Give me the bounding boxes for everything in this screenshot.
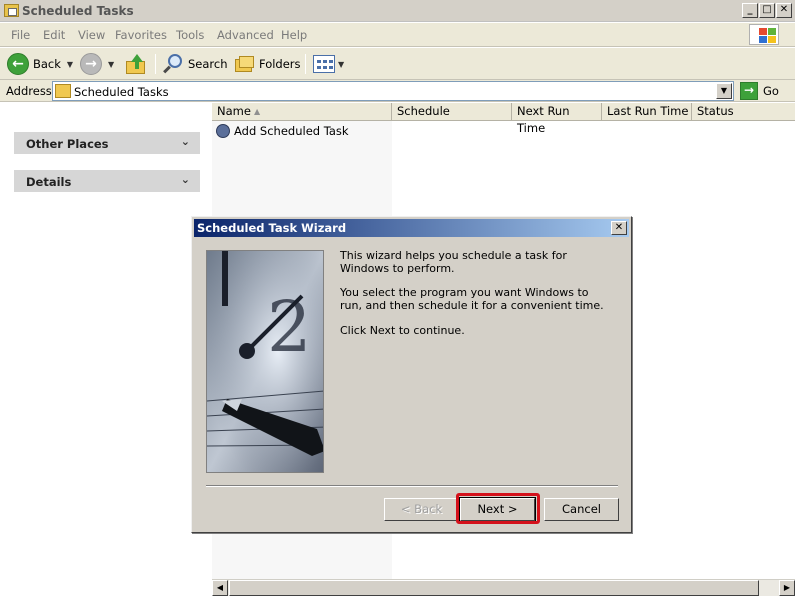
menu-view[interactable]: View [78,28,105,42]
dialog-close-button[interactable]: ✕ [611,221,627,235]
go-button[interactable]: → Go [740,82,779,100]
menu-bar: File Edit View Favorites Tools Advanced … [0,23,795,47]
scroll-right-button[interactable]: ▶ [779,580,795,596]
up-folder-icon [125,54,147,74]
back-label: Back [33,57,61,71]
dialog-separator [206,485,618,487]
menu-file[interactable]: File [11,28,30,42]
menu-favorites[interactable]: Favorites [115,28,167,42]
list-header: Name ▲ Schedule Next Run Time Last Run T… [212,103,795,135]
folder-icon [55,84,71,98]
search-label: Search [188,57,228,71]
scroll-thumb[interactable] [229,580,759,596]
cancel-button[interactable]: Cancel [544,498,619,521]
back-dropdown-icon[interactable]: ▼ [67,60,73,69]
forward-arrow-icon: → [80,53,102,75]
address-dropdown-icon[interactable]: ▼ [716,83,732,99]
wizard-description-text: You select the program you want Windows … [340,286,604,312]
views-grid-icon [313,55,335,73]
chevron-double-down-icon[interactable]: ⌄ [181,173,190,186]
folders-icon [233,54,255,74]
views-dropdown-icon[interactable]: ▼ [338,60,344,69]
column-header-schedule[interactable]: Schedule [392,103,512,121]
other-places-panel-header[interactable]: Other Places ⌄ [14,132,200,154]
menu-help[interactable]: Help [281,28,307,42]
address-value: Scheduled Tasks [74,85,169,99]
sort-ascending-icon: ▲ [254,107,261,116]
toolbar-separator [155,54,156,74]
column-header-name[interactable]: Name ▲ [212,103,392,121]
list-item[interactable]: Add Scheduled Task [216,123,349,139]
column-header-next-run-time[interactable]: Next Run Time [512,103,602,135]
next-button-highlight [456,493,540,524]
window-title: Scheduled Tasks [22,4,134,18]
scroll-left-button[interactable]: ◀ [212,580,228,596]
minimize-button[interactable]: _ [742,3,758,18]
forward-dropdown-icon[interactable]: ▼ [108,60,114,69]
menu-tools[interactable]: Tools [176,28,204,42]
scheduled-task-wizard-dialog: Scheduled Task Wizard ✕ 2 This wizard he… [191,216,632,533]
details-panel-header[interactable]: Details ⌄ [14,170,200,192]
search-icon [162,53,184,75]
folders-label: Folders [259,57,301,71]
search-button[interactable]: Search [162,52,228,76]
dialog-titlebar: Scheduled Task Wizard ✕ [194,219,629,237]
panel-title: Other Places [26,137,109,151]
dialog-title: Scheduled Task Wizard [197,221,347,235]
maximize-button[interactable]: □ [759,3,775,18]
go-arrow-icon: → [740,82,758,100]
window-titlebar: Scheduled Tasks _ □ ✕ [0,0,795,22]
back-button[interactable]: ← Back ▼ [7,52,73,76]
column-header-last-run-time[interactable]: Last Run Time [602,103,692,121]
address-bar: Address Scheduled Tasks ▼ → Go [0,80,795,102]
toolbar-separator [305,54,306,74]
wizard-continue-text: Click Next to continue. [340,324,465,337]
toolbar: ← Back ▼ → ▼ Search Folders ▼ [0,48,795,80]
forward-button[interactable]: → ▼ [80,52,114,76]
views-button[interactable]: ▼ [313,52,344,76]
address-label: Address [6,84,52,98]
folders-button[interactable]: Folders [233,52,301,76]
menu-edit[interactable]: Edit [43,28,65,42]
column-header-status[interactable]: Status [692,103,795,121]
wizard-clock-pen-image: 2 [206,250,324,473]
up-folder-button[interactable] [125,52,147,76]
horizontal-scrollbar[interactable]: ◀ ▶ [212,579,795,596]
back-arrow-icon: ← [7,53,29,75]
menu-advanced[interactable]: Advanced [217,28,274,42]
address-input[interactable]: Scheduled Tasks ▼ [52,81,734,101]
close-button[interactable]: ✕ [776,3,792,18]
scheduled-tasks-folder-icon [4,4,19,17]
windows-logo-icon [749,24,779,45]
panel-title: Details [26,175,72,189]
task-pane: Other Places ⌄ Details ⌄ [0,103,212,596]
back-button-wizard[interactable]: < Back [384,498,459,521]
list-item-label: Add Scheduled Task [234,124,349,138]
add-scheduled-task-icon [216,124,230,138]
wizard-intro-text: This wizard helps you schedule a task fo… [340,249,567,275]
go-label: Go [763,84,779,98]
chevron-double-down-icon[interactable]: ⌄ [181,135,190,148]
